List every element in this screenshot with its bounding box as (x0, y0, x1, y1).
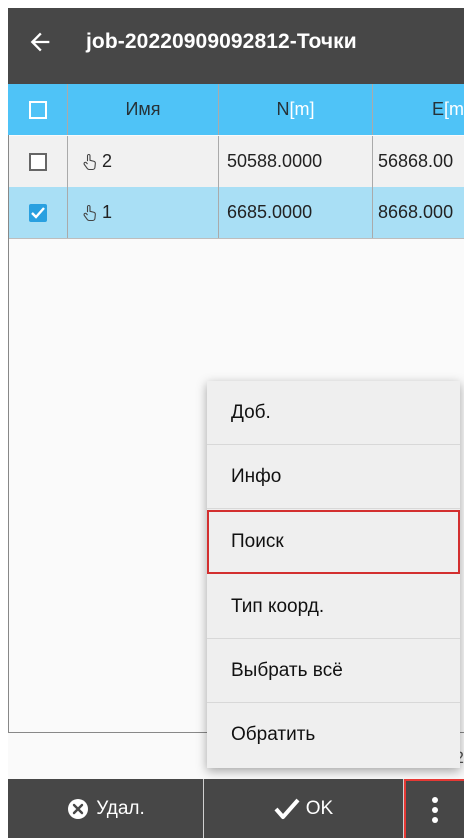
hand-pointer-icon (83, 153, 96, 170)
row-name: 2 (102, 151, 113, 171)
row-checkbox[interactable] (28, 152, 47, 171)
hand-pointer-icon (83, 204, 96, 221)
menu-item-info[interactable]: Инфо (207, 445, 460, 509)
row-n-value: 50588.0000 (227, 151, 323, 171)
more-options-button[interactable] (404, 779, 464, 838)
ok-button[interactable]: OK (204, 779, 403, 838)
row-e-value: 8668.000 (378, 202, 454, 222)
back-arrow-icon[interactable] (26, 28, 54, 56)
app-screen: job-20220909092812-Точки Имя N[m] E[m (8, 8, 464, 838)
select-all-cell (8, 84, 68, 135)
app-bar: job-20220909092812-Точки (8, 8, 464, 84)
checkmark-icon (274, 798, 300, 819)
row-name-cell: 2 (68, 136, 219, 187)
select-all-checkbox[interactable] (28, 100, 47, 119)
delete-button-label: Удал. (96, 797, 145, 819)
column-header-name[interactable]: Имя (68, 84, 219, 135)
overflow-menu: Доб. Инфо Поиск Тип коорд. Выбрать всё О… (207, 381, 460, 768)
row-name: 1 (102, 202, 113, 222)
row-checkbox-cell (8, 187, 68, 238)
table-row[interactable]: 2 50588.0000 56868.00 (8, 136, 464, 188)
column-header-name-label: Имя (125, 99, 161, 119)
column-header-e[interactable]: E [m (373, 84, 464, 135)
delete-button[interactable]: Удал. (8, 779, 203, 838)
more-vertical-icon (432, 796, 438, 823)
menu-item-search[interactable]: Поиск (207, 510, 460, 574)
row-n-cell: 6685.0000 (219, 187, 373, 238)
row-name-cell: 1 (68, 187, 219, 238)
column-header-e-label: E (431, 99, 444, 119)
checkmark-icon (30, 206, 45, 219)
column-header-n[interactable]: N [m] (219, 84, 373, 135)
column-header-e-unit: [m (444, 99, 464, 119)
row-e-cell: 56868.00 (373, 136, 464, 187)
menu-item-select-all[interactable]: Выбрать всё (207, 639, 460, 703)
page-title: job-20220909092812-Точки (86, 30, 357, 53)
ok-button-label: OK (305, 797, 334, 819)
table-header: Имя N [m] E [m (8, 84, 464, 135)
row-checkbox-checked[interactable] (28, 203, 47, 222)
table-left-border (8, 135, 9, 732)
row-e-value: 56868.00 (378, 151, 454, 171)
menu-item-coord-type[interactable]: Тип коорд. (207, 575, 460, 639)
bottom-action-bar: Удал. OK (8, 779, 464, 838)
row-n-value: 6685.0000 (227, 202, 313, 222)
menu-item-add[interactable]: Доб. (207, 381, 460, 445)
close-circle-icon (68, 798, 89, 819)
row-n-cell: 50588.0000 (219, 136, 373, 187)
row-e-cell: 8668.000 (373, 187, 464, 238)
table-row-selected[interactable]: 1 6685.0000 8668.000 (8, 187, 464, 239)
row-checkbox-cell (8, 136, 68, 187)
column-header-n-label: N (276, 99, 290, 119)
column-header-n-unit: [m] (289, 99, 315, 119)
menu-item-invert[interactable]: Обратить (207, 703, 460, 767)
